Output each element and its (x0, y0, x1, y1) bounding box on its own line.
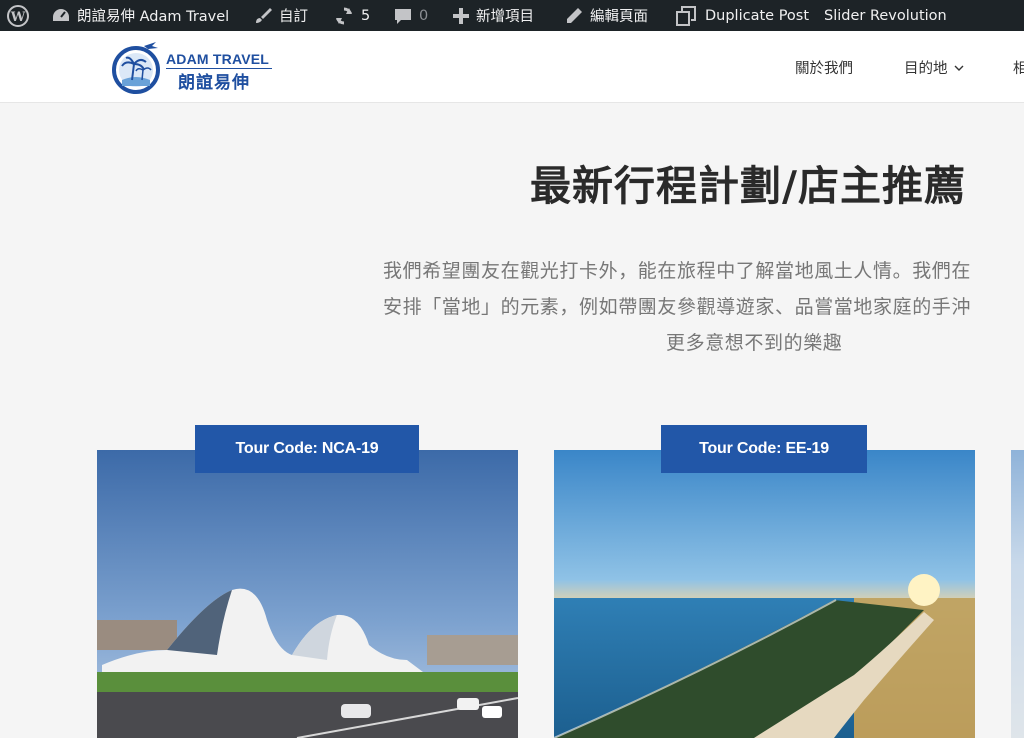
admin-bar: W 朗誼易伸 Adam Travel 自訂 5 0 新增項目 編輯頁面 Dupl… (0, 0, 1024, 31)
duplicate-icon (676, 5, 696, 26)
logo-chinese-text: 朗誼易伸 (178, 73, 250, 93)
tour-card-ee19[interactable] (554, 450, 975, 738)
new-item-menu[interactable]: 新增項目 (452, 0, 534, 31)
edit-page-menu[interactable]: 編輯頁面 (564, 0, 648, 31)
tour-code-label: Tour Code: EE-19 (699, 440, 829, 457)
comment-icon (395, 8, 411, 24)
nav-item-about[interactable]: 關於我們 (795, 57, 853, 78)
section-title: 最新行程計劃/店主推薦 (530, 162, 966, 210)
tour-code-badge-ee19: Tour Code: EE-19 (661, 425, 867, 473)
intro-line-1: 我們希望團友在觀光打卡外，能在旅程中了解當地風土人情。我們在 (383, 260, 972, 282)
pencil-icon (567, 7, 582, 23)
chevron-down-icon (954, 65, 963, 71)
site-name-label: 朗誼易伸 Adam Travel (77, 9, 230, 25)
customize-menu[interactable]: 自訂 (253, 0, 308, 31)
nav-partial-label: 相 (1013, 61, 1024, 77)
comments-count: 0 (419, 7, 429, 24)
edit-page-label: 編輯頁面 (590, 9, 648, 25)
site-header: ADAM TRAVEL 朗誼易伸 關於我們 目的地 相 (0, 31, 1024, 103)
nav-item-partial[interactable]: 相 (1013, 57, 1024, 78)
customize-label: 自訂 (279, 9, 308, 25)
nav-destinations-label: 目的地 (904, 61, 948, 77)
wordpress-logo-icon[interactable]: W (7, 0, 29, 31)
new-item-label: 新增項目 (476, 9, 534, 25)
updates-menu[interactable]: 5 (333, 0, 370, 31)
duplicate-post-label: Duplicate Post (705, 7, 810, 24)
intro-line-2: 安排「當地」的元素，例如帶團友參觀導遊家、品嘗當地家庭的手沖 (383, 296, 972, 318)
logo-english-text: ADAM TRAVEL (166, 51, 270, 67)
refresh-icon (336, 7, 352, 24)
palm-globe-icon (112, 42, 160, 94)
heydar-aliyev-center-photo (97, 450, 518, 738)
svg-text:W: W (10, 10, 26, 25)
plus-icon (453, 7, 469, 24)
tour-card-nca19[interactable] (97, 450, 518, 738)
comments-menu[interactable]: 0 (393, 0, 428, 31)
nav-about-label: 關於我們 (795, 61, 853, 77)
site-name-menu[interactable]: 朗誼易伸 Adam Travel (51, 0, 229, 31)
brush-icon (256, 7, 272, 23)
updates-count: 5 (361, 7, 371, 24)
tour-code-label: Tour Code: NCA-19 (235, 440, 379, 457)
dashboard-icon (53, 8, 69, 21)
nav-item-destinations[interactable]: 目的地 (904, 57, 964, 78)
slider-revolution-menu[interactable]: Slider Revolution (824, 0, 947, 31)
site-logo[interactable]: ADAM TRAVEL 朗誼易伸 (112, 40, 282, 96)
coastal-spit-sunset-photo (554, 450, 975, 738)
slider-revolution-label: Slider Revolution (824, 7, 947, 24)
duplicate-post-menu[interactable]: Duplicate Post (675, 0, 809, 31)
tour-code-badge-nca19: Tour Code: NCA-19 (195, 425, 419, 473)
intro-line-3: 更多意想不到的樂趣 (666, 332, 843, 354)
tour-card-partial[interactable] (1011, 450, 1024, 738)
